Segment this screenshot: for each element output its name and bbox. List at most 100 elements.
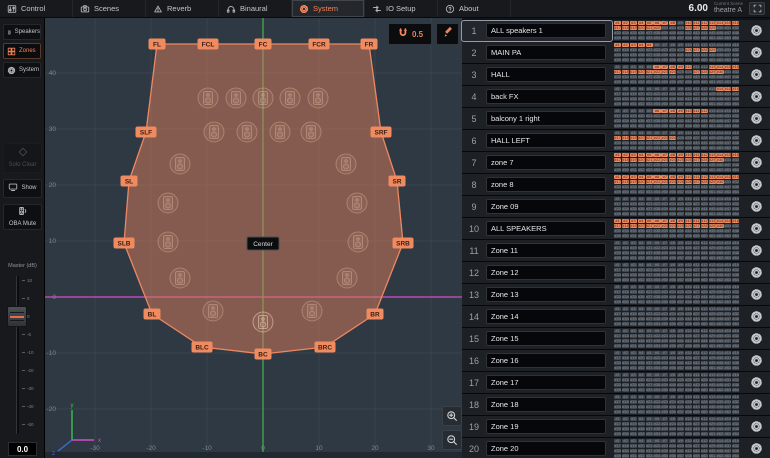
speaker-chip[interactable]: #30 (716, 334, 723, 338)
speaker-chip[interactable]: #29 (709, 356, 716, 360)
speaker-chip[interactable]: #15 (724, 263, 731, 267)
speaker-chip[interactable]: #23 (661, 444, 668, 448)
speaker-chip[interactable]: #62 (716, 300, 723, 304)
speaker-chip[interactable]: #48 (732, 75, 739, 79)
speaker-chip[interactable]: #12 (701, 153, 708, 157)
speaker-chip[interactable]: #1 (614, 395, 621, 399)
speaker-icon[interactable] (237, 122, 257, 142)
speaker-chip[interactable]: #33 (614, 75, 621, 79)
speaker-chip[interactable]: #35 (630, 119, 637, 123)
speaker-chip[interactable]: #40 (669, 295, 676, 299)
speaker-chip[interactable]: #5 (646, 285, 653, 289)
speaker-chip[interactable]: #54 (653, 432, 660, 436)
speaker-chip[interactable]: #25 (677, 356, 684, 360)
speaker-chip[interactable]: #10 (685, 329, 692, 333)
speaker-chip[interactable]: #37 (646, 97, 653, 101)
speaker-chip[interactable]: #33 (614, 339, 621, 343)
speaker-chip[interactable]: #17 (614, 290, 621, 294)
speaker-chip[interactable]: #45 (709, 31, 716, 35)
speaker-chip[interactable]: #10 (685, 285, 692, 289)
speaker-chip[interactable]: #11 (693, 109, 700, 113)
speaker-chip[interactable]: #28 (701, 136, 708, 140)
speaker-chip[interactable]: #41 (677, 251, 684, 255)
speaker-chip[interactable]: #41 (677, 317, 684, 321)
zone-row[interactable]: 12Zone 12#1#2#3#4#5#6#7#8#9#10#11#12#13#… (462, 262, 770, 284)
speaker-chip[interactable]: #36 (638, 97, 645, 101)
speaker-chip[interactable]: #10 (685, 395, 692, 399)
speaker-chip[interactable]: #25 (677, 114, 684, 118)
speaker-chip[interactable]: #2 (622, 417, 629, 421)
speaker-chip[interactable]: #47 (724, 53, 731, 57)
speaker-chip[interactable]: #35 (630, 97, 637, 101)
speaker-chip[interactable]: #16 (732, 219, 739, 223)
speaker-chip[interactable]: #4 (638, 87, 645, 91)
speaker-chip[interactable]: #27 (693, 444, 700, 448)
speaker-chip[interactable]: #10 (685, 263, 692, 267)
speaker-chip[interactable]: #22 (653, 48, 660, 52)
speaker-chip[interactable]: #33 (614, 427, 621, 431)
speaker-chip[interactable]: #27 (693, 356, 700, 360)
speaker-chip[interactable]: #44 (701, 317, 708, 321)
speaker-chip[interactable]: #46 (716, 273, 723, 277)
speaker-chip[interactable]: #29 (709, 70, 716, 74)
speaker-chip[interactable]: #29 (709, 26, 716, 30)
speaker-chip[interactable]: #20 (638, 290, 645, 294)
speaker-chip[interactable]: #59 (693, 300, 700, 304)
speaker-chip[interactable]: #12 (701, 417, 708, 421)
speaker-chip[interactable]: #16 (732, 351, 739, 355)
speaker-chip[interactable]: #6 (653, 417, 660, 421)
zone-row[interactable]: 20Zone 20#1#2#3#4#5#6#7#8#9#10#11#12#13#… (462, 438, 770, 458)
speaker-chip[interactable]: #50 (622, 454, 629, 458)
speaker-chip[interactable]: #46 (716, 251, 723, 255)
speaker-chip[interactable]: #39 (661, 317, 668, 321)
speaker-chip[interactable]: #43 (693, 119, 700, 123)
speaker-chip[interactable]: #28 (701, 26, 708, 30)
speaker-chip[interactable]: #2 (622, 21, 629, 25)
speaker-chip[interactable]: #21 (646, 400, 653, 404)
speaker-chip[interactable]: #25 (677, 268, 684, 272)
speaker-chip[interactable]: #16 (732, 241, 739, 245)
speaker-chip[interactable]: #25 (677, 246, 684, 250)
speaker-chip[interactable]: #14 (716, 395, 723, 399)
speaker-chip[interactable]: #9 (677, 241, 684, 245)
speaker-chip[interactable]: #37 (646, 295, 653, 299)
speaker-chip[interactable]: #6 (653, 241, 660, 245)
speaker-chip[interactable]: #49 (614, 256, 621, 260)
speaker-chip[interactable]: #54 (653, 300, 660, 304)
speaker-chip[interactable]: #3 (630, 21, 637, 25)
speaker-chip[interactable]: #43 (693, 317, 700, 321)
speaker-chip[interactable]: #20 (638, 136, 645, 140)
speaker-chip[interactable]: #9 (677, 197, 684, 201)
speaker-chip[interactable]: #49 (614, 146, 621, 150)
speaker-chip[interactable]: #60 (701, 344, 708, 348)
speaker-chip[interactable]: #19 (630, 268, 637, 272)
speaker-chip[interactable]: #21 (646, 334, 653, 338)
center-label[interactable]: Center (247, 237, 279, 250)
speaker-chip[interactable]: #26 (685, 268, 692, 272)
speaker-chip[interactable]: #51 (630, 256, 637, 260)
speaker-chip[interactable]: #57 (677, 80, 684, 84)
speaker-chip[interactable]: #2 (622, 241, 629, 245)
speaker-chip[interactable]: #38 (653, 185, 660, 189)
speaker-chip[interactable]: #20 (638, 246, 645, 250)
speaker-chip[interactable]: #2 (622, 439, 629, 443)
solo-clear-button[interactable]: Solo Clear (3, 143, 42, 173)
speaker-chip[interactable]: #51 (630, 278, 637, 282)
speaker-chip[interactable]: #50 (622, 410, 629, 414)
speaker-icon[interactable] (347, 193, 367, 213)
speaker-chip[interactable]: #17 (614, 268, 621, 272)
speaker-chip[interactable]: #13 (709, 131, 716, 135)
speaker-chip[interactable]: #18 (622, 400, 629, 404)
speaker-chip[interactable]: #33 (614, 229, 621, 233)
speaker-chip[interactable]: #23 (661, 180, 668, 184)
speaker-chip[interactable]: #64 (732, 234, 739, 238)
zone-name-input[interactable]: balcony 1 right (486, 111, 606, 126)
speaker-chip[interactable]: #24 (669, 444, 676, 448)
speaker-chip[interactable]: #59 (693, 322, 700, 326)
speaker-chip[interactable]: #13 (709, 395, 716, 399)
speaker-chip[interactable]: #42 (685, 273, 692, 277)
speaker-chip[interactable]: #2 (622, 43, 629, 47)
speaker-chip[interactable]: #33 (614, 317, 621, 321)
speaker-icon[interactable] (253, 312, 273, 332)
speaker-chip[interactable]: #21 (646, 290, 653, 294)
